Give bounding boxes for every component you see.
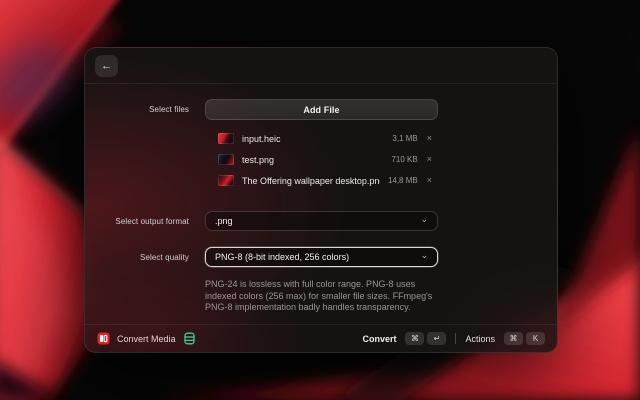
file-thumbnail <box>218 133 234 144</box>
file-thumbnail <box>218 154 234 165</box>
select-files-row: Select files Add File <box>101 99 541 120</box>
file-size: 710 KB <box>391 155 417 164</box>
media-file-icon <box>183 332 196 345</box>
file-row: The Offering wallpaper desktop.png 14,8 … <box>205 170 438 191</box>
file-size: 14,8 MB <box>388 176 418 185</box>
window-header: ← <box>85 48 557 84</box>
remove-file-icon[interactable]: × <box>427 134 432 143</box>
quality-dropdown[interactable]: PNG-8 (8-bit indexed, 256 colors) ⌄ <box>205 247 438 267</box>
desktop: ← Select files Add File input.heic 3,1 M… <box>0 0 640 400</box>
quality-label: Select quality <box>101 253 189 262</box>
cmd-key-icon: ⌘ <box>405 332 424 345</box>
actions-label: Actions <box>465 334 495 344</box>
quality-row: Select quality PNG-8 (8-bit indexed, 256… <box>101 247 541 267</box>
add-file-button[interactable]: Add File <box>205 99 438 120</box>
convert-media-app-icon <box>97 332 110 345</box>
convert-action-button[interactable]: Convert ⌘ ↵ <box>362 332 446 345</box>
footer-actions: Convert ⌘ ↵ Actions ⌘ K <box>362 332 545 345</box>
file-size: 3,1 MB <box>392 134 417 143</box>
app-name: Convert Media <box>117 334 176 344</box>
back-button[interactable]: ← <box>95 55 118 77</box>
footer-divider <box>455 333 456 344</box>
chevron-down-icon: ⌄ <box>420 251 428 260</box>
cmd-key-icon: ⌘ <box>504 332 523 345</box>
window-footer: Convert Media Convert ⌘ ↵ Actions ⌘ K <box>85 324 557 352</box>
chevron-down-icon: ⌄ <box>420 215 428 224</box>
file-list: input.heic 3,1 MB × test.png 710 KB × Th… <box>205 128 438 191</box>
convert-form: Select files Add File input.heic 3,1 MB … <box>85 84 557 324</box>
file-thumbnail <box>218 175 234 186</box>
file-row: input.heic 3,1 MB × <box>205 128 438 149</box>
quality-value: PNG-8 (8-bit indexed, 256 colors) <box>215 252 420 262</box>
convert-media-window: ← Select files Add File input.heic 3,1 M… <box>84 47 558 353</box>
convert-label: Convert <box>362 334 396 344</box>
remove-file-icon[interactable]: × <box>427 176 432 185</box>
actions-menu-button[interactable]: Actions ⌘ K <box>465 332 545 345</box>
app-identity: Convert Media <box>97 332 196 345</box>
file-name: The Offering wallpaper desktop.png <box>242 176 380 186</box>
output-format-dropdown[interactable]: .png ⌄ <box>205 211 438 231</box>
output-format-label: Select output format <box>101 217 189 226</box>
output-format-row: Select output format .png ⌄ <box>101 211 541 231</box>
file-name: test.png <box>242 155 383 165</box>
file-name: input.heic <box>242 134 384 144</box>
select-files-label: Select files <box>101 105 189 114</box>
back-arrow-icon: ← <box>101 55 112 77</box>
file-row: test.png 710 KB × <box>205 149 438 170</box>
remove-file-icon[interactable]: × <box>427 155 432 164</box>
quality-description: PNG-24 is lossless with full color range… <box>205 279 541 314</box>
return-key-icon: ↵ <box>427 332 446 345</box>
k-key-icon: K <box>526 332 545 345</box>
output-format-value: .png <box>215 216 420 226</box>
